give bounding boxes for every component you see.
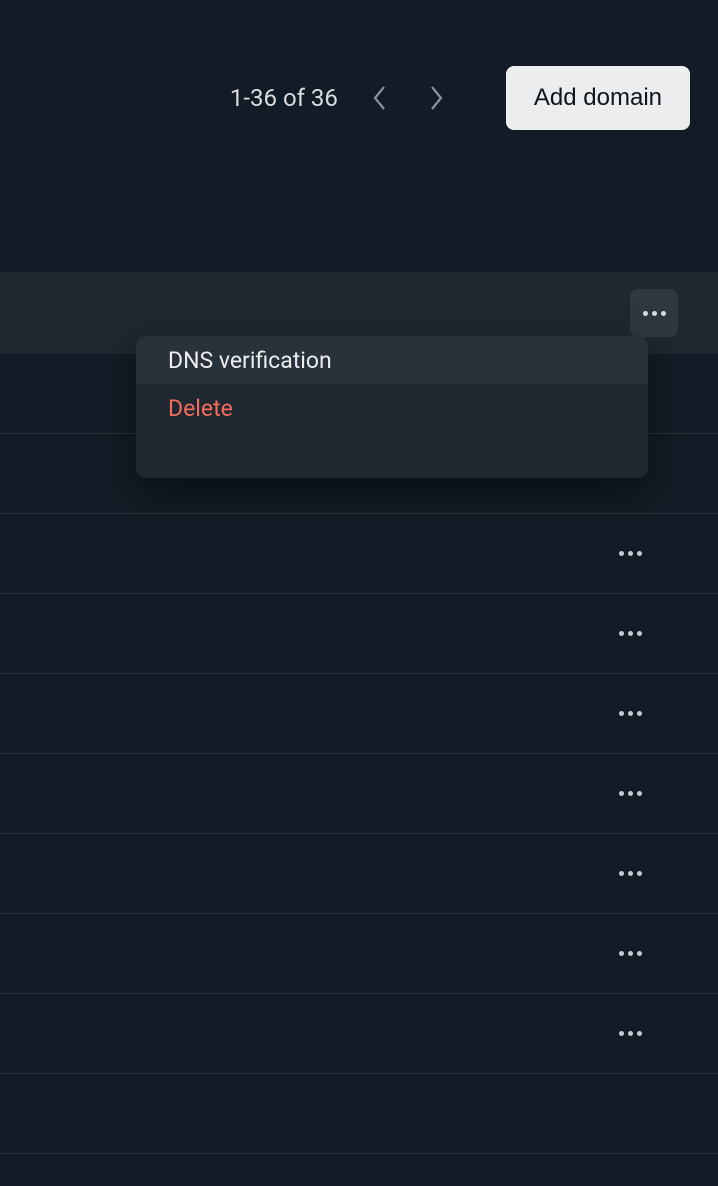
pager	[366, 84, 450, 112]
ellipsis-icon	[619, 711, 642, 716]
menu-spacer	[136, 432, 648, 478]
table-row	[0, 514, 718, 594]
ellipsis-icon	[619, 551, 642, 556]
row-actions-button[interactable]	[630, 289, 678, 337]
row-actions-button[interactable]	[606, 850, 654, 898]
menu-item-delete[interactable]: Delete	[136, 384, 648, 432]
prev-page-button[interactable]	[366, 84, 394, 112]
table-row	[0, 914, 718, 994]
row-actions-button[interactable]	[606, 1010, 654, 1058]
ellipsis-icon	[619, 951, 642, 956]
chevron-left-icon	[371, 83, 389, 113]
table-row	[0, 994, 718, 1074]
ellipsis-icon	[619, 1031, 642, 1036]
table-row	[0, 594, 718, 674]
pagination-range: 1-36 of 36	[230, 84, 338, 112]
table-row	[0, 834, 718, 914]
table-row	[0, 674, 718, 754]
ellipsis-icon	[643, 311, 666, 316]
row-actions-button[interactable]	[606, 530, 654, 578]
row-actions-button[interactable]	[606, 930, 654, 978]
ellipsis-icon	[619, 791, 642, 796]
ellipsis-icon	[619, 631, 642, 636]
row-actions-button[interactable]	[606, 690, 654, 738]
table-row	[0, 754, 718, 834]
next-page-button[interactable]	[422, 84, 450, 112]
row-context-menu: DNS verification Delete	[136, 336, 648, 478]
menu-item-dns-verification[interactable]: DNS verification	[136, 336, 648, 384]
row-actions-button[interactable]	[606, 770, 654, 818]
add-domain-button[interactable]: Add domain	[506, 66, 690, 130]
ellipsis-icon	[619, 871, 642, 876]
top-toolbar: 1-36 of 36 Add domain	[0, 0, 718, 130]
table-row	[0, 1074, 718, 1154]
chevron-right-icon	[427, 83, 445, 113]
row-actions-button[interactable]	[606, 610, 654, 658]
